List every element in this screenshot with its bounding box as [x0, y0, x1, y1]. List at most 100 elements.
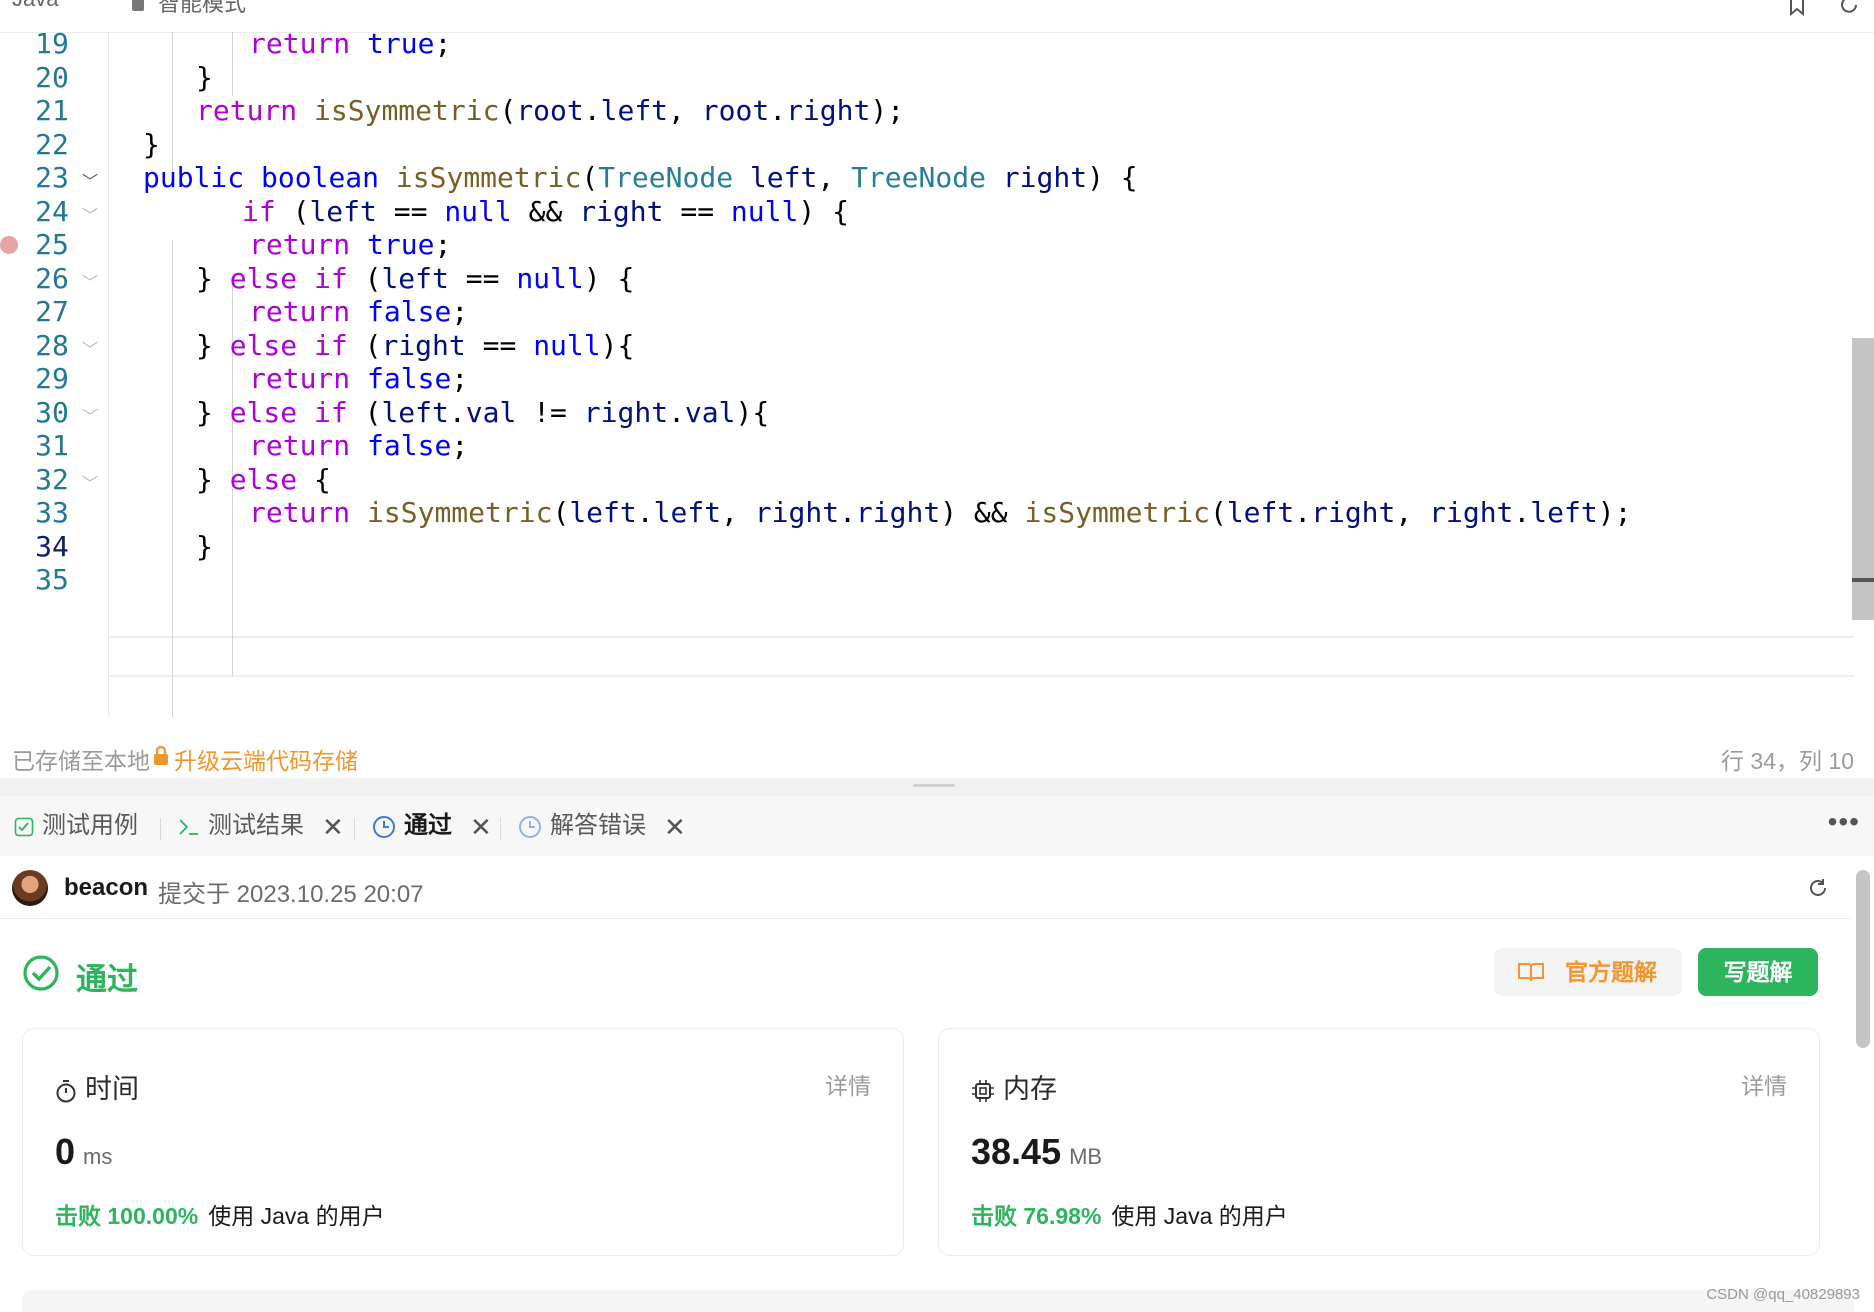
code-token: if	[314, 261, 348, 295]
code-token: .	[839, 496, 856, 529]
code-token: if	[314, 328, 348, 362]
code-token: null	[516, 261, 584, 295]
save-status: 已存储至本地	[12, 748, 150, 774]
code-token: return	[196, 94, 298, 127]
code-token: isSymmetric	[367, 496, 553, 529]
code-token: .	[448, 395, 466, 429]
stopwatch-icon	[56, 1079, 76, 1103]
code-token: ;	[451, 362, 469, 395]
drag-handle-icon	[913, 784, 955, 787]
runtime-unit: ms	[83, 1144, 113, 1169]
panel-scrollbar[interactable]	[1856, 870, 1870, 1048]
code-token: .	[1513, 496, 1531, 529]
tab-label: 解答错误	[550, 812, 646, 839]
avatar[interactable]	[12, 870, 48, 906]
runtime-number: 0	[55, 1131, 76, 1172]
more-options-icon[interactable]: •••	[1828, 806, 1860, 838]
code-token: ) {	[1087, 161, 1138, 194]
check-circle-icon	[23, 955, 59, 991]
tab-separator	[354, 818, 355, 840]
reset-icon[interactable]	[1838, 0, 1860, 16]
cursor-position: 行 34，列 10	[1721, 748, 1854, 774]
code-token: right	[786, 94, 871, 127]
language-selector[interactable]: Java ﹀	[12, 0, 80, 12]
write-solution-button[interactable]: 写题解	[1698, 948, 1818, 996]
fold-chevron-icon[interactable]: ﹀	[82, 168, 104, 191]
code-token: .	[769, 94, 787, 127]
code-token: ==	[376, 194, 445, 228]
runtime-beat: 击败 100.00% 使用 Java 的用户	[55, 1197, 385, 1231]
code-token: left	[749, 161, 818, 194]
code-token: (	[347, 261, 382, 295]
code-token: ) {	[583, 261, 635, 295]
runtime-detail-link[interactable]: 详情	[825, 1067, 871, 1101]
next-card-edge	[22, 1290, 1854, 1312]
code-token: ;	[434, 27, 452, 60]
panel-resize-handle[interactable]	[0, 778, 1874, 796]
runtime-beat-percent: 击败 100.00%	[55, 1203, 199, 1229]
close-icon[interactable]: ✕	[470, 811, 492, 843]
bookmark-icon[interactable]	[1786, 0, 1808, 16]
code-editor[interactable]: 19 return true; 20} 21 return isSymmetric(ro…	[0, 27, 1854, 717]
mode-label: 智能模式	[158, 0, 247, 16]
code-token: left	[381, 261, 449, 295]
close-icon[interactable]: ✕	[664, 811, 686, 843]
upgrade-storage-label: 升级云端代码存储	[174, 748, 358, 774]
code-token: root	[516, 94, 584, 127]
code-token: isSymmetric	[314, 94, 500, 127]
code-token: }	[196, 395, 230, 429]
username[interactable]: beacon	[64, 874, 148, 902]
fold-chevron-icon[interactable]: ﹀	[82, 336, 104, 359]
close-icon[interactable]: ✕	[322, 811, 344, 843]
clock-icon	[373, 815, 395, 838]
code-token: false	[367, 295, 452, 328]
tab-label: 测试用例	[42, 812, 138, 839]
code-token: }	[196, 529, 213, 563]
code-token: left	[653, 496, 722, 529]
memory-card: 内存 详情 38.45 MB 击败 76.98% 使用 Java 的用户	[938, 1028, 1820, 1256]
code-token: }	[196, 60, 213, 94]
code-token: isSymmetric	[395, 161, 582, 194]
code-token: (	[1209, 496, 1227, 529]
runtime-card: 时间 详情 0 ms 击败 100.00% 使用 Java 的用户	[22, 1028, 904, 1256]
runtime-beat-suffix: 使用 Java 的用户	[208, 1203, 385, 1229]
code-token: return	[249, 228, 351, 261]
memory-unit: MB	[1069, 1144, 1103, 1169]
refresh-icon[interactable]	[1806, 876, 1830, 900]
line-number: 35	[35, 563, 69, 596]
scrollbar-cursor-mark	[1852, 578, 1874, 582]
code-line[interactable]: 35	[0, 560, 1854, 600]
fold-chevron-icon[interactable]: ﹀	[82, 403, 104, 426]
tab-wrong-answer[interactable]: 解答错误 ✕	[518, 810, 686, 842]
mode-toggle[interactable]: 智能模式	[132, 0, 246, 18]
tab-test-result[interactable]: 测试结果 ✕	[178, 810, 344, 842]
fold-chevron-icon[interactable]: ﹀	[82, 202, 104, 225]
memory-number: 38.45	[971, 1131, 1062, 1172]
fold-chevron-icon[interactable]: ﹀	[82, 470, 104, 493]
upgrade-storage-link[interactable]: 升级云端代码存储	[154, 742, 358, 776]
code-token: left	[381, 395, 449, 429]
code-token: return	[249, 496, 351, 529]
memory-detail-link[interactable]: 详情	[1741, 1067, 1787, 1101]
tab-accepted[interactable]: 通过 ✕	[372, 810, 492, 842]
memory-beat-percent: 击败 76.98%	[971, 1203, 1102, 1229]
editor-statusbar: 已存储至本地 升级云端代码存储 行 34，列 10	[0, 734, 1874, 778]
code-token: left	[1226, 496, 1295, 529]
tab-testcase[interactable]: 测试用例	[14, 810, 138, 842]
code-token: ;	[451, 295, 469, 328]
code-token: !=	[516, 395, 584, 429]
code-token: null	[730, 194, 799, 228]
tab-label: 测试结果	[208, 812, 304, 839]
tab-label: 通过	[404, 812, 452, 839]
code-token: left	[1530, 496, 1598, 529]
fold-chevron-icon[interactable]: ﹀	[82, 269, 104, 292]
result-status: 通过	[76, 962, 138, 997]
official-solution-button[interactable]: 官方题解	[1494, 948, 1682, 996]
